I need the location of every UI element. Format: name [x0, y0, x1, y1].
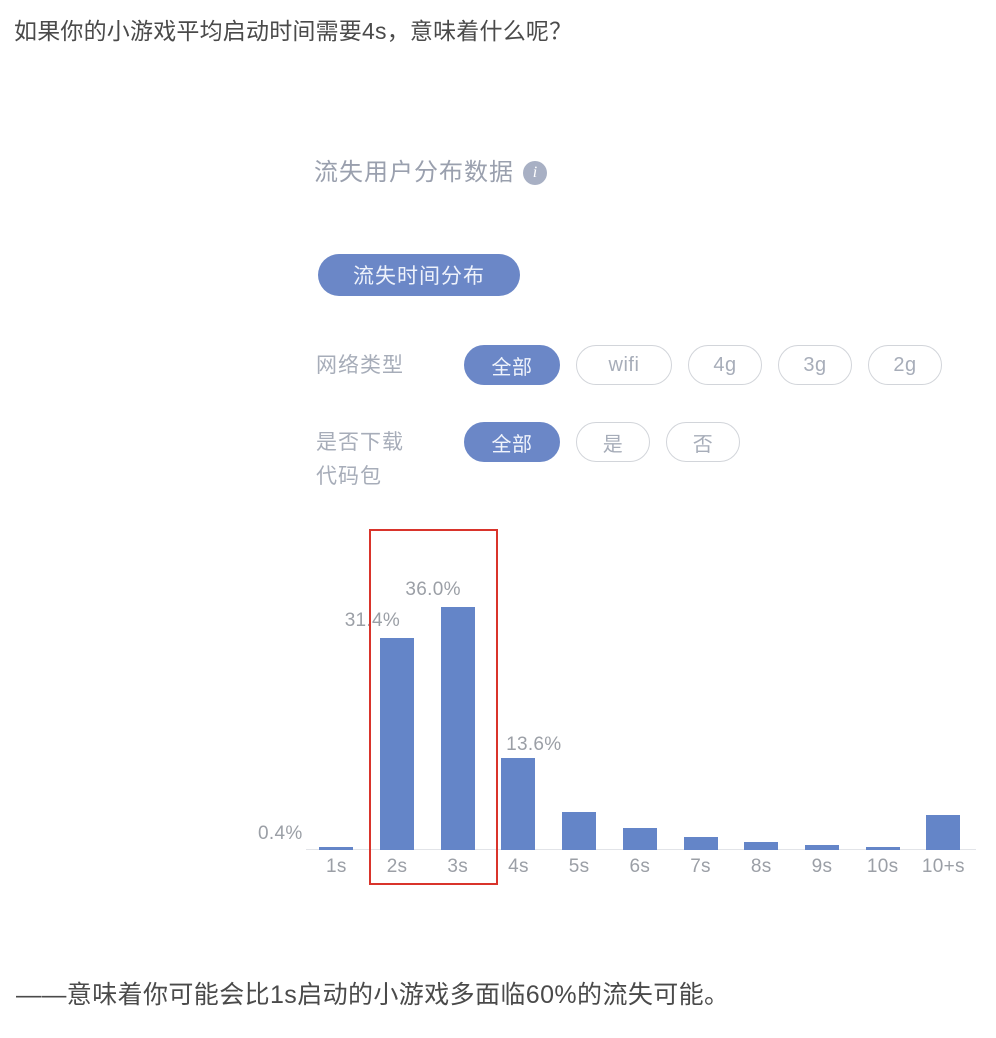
bar-value-label-2s: 31.4% — [344, 610, 401, 632]
bar-value-label-3s: 36.0% — [405, 579, 461, 600]
filter-row-network-type: 网络类型 全部 wifi 4g 3g 2g — [316, 345, 942, 385]
chip-package-yes[interactable]: 是 — [576, 422, 650, 462]
chip-network-3g[interactable]: 3g — [778, 345, 852, 385]
chart-x-axis: 1s 2s 3s 4s 5s 6s 7s 8s 9s 10s 10+s — [306, 856, 976, 890]
page-root: 如果你的小游戏平均启动时间需要4s，意味着什么呢？ 流失用户分布数据 i 流失时… — [0, 0, 996, 1038]
filter-chips-network-type: 全部 wifi 4g 3g 2g — [464, 345, 942, 385]
bar-3s[interactable] — [440, 607, 475, 850]
analytics-card: 流失用户分布数据 i 流失时间分布 网络类型 全部 wifi 4g 3g 2g … — [258, 120, 990, 910]
bar-slot — [731, 520, 792, 850]
x-tick-4s: 4s — [508, 856, 529, 877]
bar-slot — [792, 520, 853, 850]
bar-10s[interactable] — [865, 846, 900, 850]
card-title-row: 流失用户分布数据 i — [314, 158, 547, 188]
filter-row-code-package: 是否下载 代码包 全部 是 否 — [316, 422, 740, 494]
bar-slot: 13.6% — [488, 520, 561, 850]
bar-slot — [852, 520, 913, 850]
x-tick-7s: 7s — [690, 856, 711, 877]
bar-value-label-1s: 0.4% — [258, 823, 303, 844]
filter-label-line1: 网络类型 — [316, 354, 404, 377]
card-title: 流失用户分布数据 — [314, 159, 514, 186]
bar-slot: 36.0% — [405, 520, 488, 850]
bar-5s[interactable] — [562, 812, 597, 850]
tab-churn-time-distribution[interactable]: 流失时间分布 — [318, 254, 520, 296]
x-tick-2s: 2s — [386, 856, 408, 877]
bar-slot: 31.4% — [345, 520, 428, 850]
bar-slot — [670, 520, 731, 850]
x-tick-10+s: 10+s — [921, 856, 965, 877]
bar-slot — [610, 520, 671, 850]
filter-label-network-type: 网络类型 — [316, 345, 464, 383]
bar-2s[interactable] — [380, 638, 415, 850]
filter-label-line1: 是否下载 — [316, 431, 404, 454]
filter-label-code-package: 是否下载 代码包 — [316, 422, 464, 494]
bar-9s[interactable] — [804, 844, 839, 850]
chip-network-wifi[interactable]: wifi — [576, 345, 672, 385]
bar-6s[interactable] — [622, 828, 657, 850]
bar-10+s[interactable] — [926, 814, 961, 850]
bar-slot — [913, 520, 974, 850]
x-tick-6s: 6s — [629, 856, 651, 877]
chip-network-4g[interactable]: 4g — [688, 345, 762, 385]
chip-package-all[interactable]: 全部 — [464, 422, 560, 462]
bar-slot: 0.4% — [258, 520, 367, 850]
bar-1s[interactable] — [319, 847, 354, 850]
x-tick-9s: 9s — [811, 856, 833, 877]
x-tick-10s: 10s — [866, 856, 899, 877]
info-icon[interactable]: i — [523, 161, 547, 185]
chip-package-no[interactable]: 否 — [666, 422, 740, 462]
x-tick-1s: 1s — [326, 856, 347, 877]
bar-7s[interactable] — [683, 837, 718, 850]
chart-plot-area: 0.4% 31.4% 36.0% 13.6% — [258, 520, 976, 850]
churn-time-bar-chart: 0.4% 31.4% 36.0% 13.6% 1s 2s 3s 4s 5s 6s 7s 8s 9s 10… — [258, 520, 976, 890]
x-tick-5s: 5s — [568, 856, 590, 877]
headline-text: 如果你的小游戏平均启动时间需要4s，意味着什么呢？ — [14, 18, 573, 44]
x-tick-8s: 8s — [750, 856, 772, 877]
filter-chips-code-package: 全部 是 否 — [464, 422, 740, 462]
chip-network-all[interactable]: 全部 — [464, 345, 560, 385]
filter-label-line2: 代码包 — [316, 465, 382, 488]
x-tick-3s: 3s — [447, 856, 469, 877]
bar-8s[interactable] — [744, 841, 779, 850]
bar-slot — [549, 520, 610, 850]
caption-text: ——意味着你可能会比1s启动的小游戏多面临60%的流失可能。 — [16, 981, 730, 1009]
chip-network-2g[interactable]: 2g — [868, 345, 942, 385]
bar-4s[interactable] — [501, 758, 536, 850]
